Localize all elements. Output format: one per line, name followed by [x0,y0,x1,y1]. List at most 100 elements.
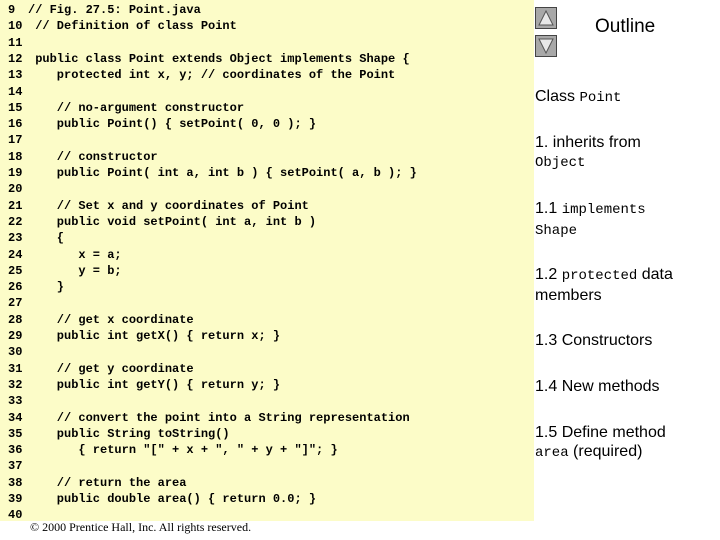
code-line: 16 public Point() { setPoint( 0, 0 ); } [8,116,316,132]
previous-slide-button[interactable] [535,7,557,29]
outline-item-3-code: protected [561,268,638,284]
code-text: public String toString() [28,426,230,441]
outline-item-2-code: implements [561,202,646,218]
code-text: public Point( int a, int b ) { setPoint(… [28,166,417,180]
code-text: // Fig. 27.5: Point.java [28,3,201,17]
outline-item-6-text: 1.5 Define method [535,424,666,441]
code-line: 30 [8,344,28,360]
outline-item-1: 1. inherits from Object [535,133,715,173]
outline-item-1-text: 1. inherits from [535,134,641,151]
line-number: 17 [8,133,23,148]
code-text: // no-argument constructor [28,100,245,115]
triangle-down-icon [538,38,554,55]
code-line: 40 [8,507,28,523]
line-number: 10 [8,19,23,34]
outline-class-item: Class Point [535,87,715,108]
code-text: // constructor [28,149,158,164]
code-line: 25 y = b; [8,263,122,279]
code-line: 22 public void setPoint( int a, int b ) [8,214,316,230]
line-number: 11 [8,35,23,50]
line-number: 35 [8,426,23,441]
code-line: 36 { return "[" + x + ", " + y + "]"; } [8,442,338,458]
code-line: 17 [8,132,28,148]
code-text: public Point() { setPoint( 0, 0 ); } [28,117,317,132]
line-number: 12 [8,51,23,66]
code-text: public double area() { return 0.0; } [28,492,317,506]
code-text: public class Point extends Object implem… [28,51,410,66]
line-number: 19 [8,166,23,180]
code-line: 32 public int getY() { return y; } [8,377,280,393]
outline-item-2-text: 1.1 [535,200,562,217]
code-text: x = a; [28,247,122,262]
outline-item-6-suffix: (required) [568,443,643,460]
line-number: 32 [8,377,23,392]
code-text: public int getX() { return x; } [28,329,281,343]
code-line: 28 // get x coordinate [8,312,194,328]
outline-item-2-code2: Shape [535,223,578,239]
code-text: // get x coordinate [28,312,194,327]
code-line: 35 public String toString() [8,426,230,442]
code-line: 18 // constructor [8,149,158,165]
code-line: 26 } [8,279,64,295]
line-number: 37 [8,459,23,474]
line-number: 20 [8,182,23,197]
line-number: 13 [8,68,23,83]
code-line: 27 [8,295,28,311]
code-line: 24 x = a; [8,247,122,263]
code-text: // Definition of class Point [28,19,237,34]
code-line: 20 [8,181,28,197]
triangle-up-icon [538,9,554,26]
line-number: 36 [8,443,23,458]
outline-item-3-text: 1.2 [535,266,562,283]
code-line: 9 // Fig. 27.5: Point.java [8,2,201,18]
code-text: { return "[" + x + ", " + y + "]"; } [28,443,338,458]
code-text: // Set x and y coordinates of Point [28,198,309,213]
outline-class-name: Point [579,90,622,106]
line-number: 16 [8,117,23,132]
code-line: 21 // Set x and y coordinates of Point [8,198,309,214]
code-line: 39 public double area() { return 0.0; } [8,491,316,507]
code-text: // convert the point into a String repre… [28,410,410,425]
line-number: 29 [8,329,23,343]
code-line: 19 public Point( int a, int b ) { setPoi… [8,165,417,181]
code-line: 37 [8,458,28,474]
code-text: } [28,280,65,295]
code-listing-panel: 9// Fig. 27.5: Point.java 10 // Definitio… [0,0,534,523]
code-line: 33 [8,393,28,409]
code-line: 34 // convert the point into a String re… [8,410,410,426]
line-number: 25 [8,263,23,278]
line-number: 33 [8,394,23,409]
code-line: 14 [8,84,28,100]
code-line: 15 // no-argument constructor [8,100,244,116]
line-number: 14 [8,84,23,99]
outline-item-4: 1.3 Constructors [535,332,653,349]
line-number: 9 [8,3,16,17]
line-number: 24 [8,247,23,262]
line-number: 28 [8,312,23,327]
line-number: 38 [8,475,23,490]
code-line: 10 // Definition of class Point [8,18,237,34]
line-number: 30 [8,345,23,360]
outline-item-5: 1.4 New methods [535,378,660,395]
outline-class-label: Class [535,88,580,105]
code-text: // get y coordinate [28,361,194,376]
code-line: 38 // return the area [8,475,186,491]
code-text: y = b; [28,263,122,278]
outline-title: Outline [595,16,656,37]
line-number: 22 [8,214,23,229]
copyright-notice: © 2000 Prentice Hall, Inc. All rights re… [30,520,252,534]
code-text: public int getY() { return y; } [28,377,281,392]
outline-item-6-code: area [535,445,569,461]
code-line: 12 public class Point extends Object imp… [8,51,410,67]
line-number: 39 [8,492,23,506]
code-line: 31 // get y coordinate [8,361,194,377]
next-slide-button[interactable] [535,35,557,57]
outline-item-6: 1.5 Define method area (required) [535,423,715,463]
code-text: public void setPoint( int a, int b ) [28,214,317,229]
line-number: 40 [8,508,23,523]
line-number: 23 [8,231,23,246]
line-number: 21 [8,198,23,213]
line-number: 27 [8,296,23,311]
line-number: 18 [8,149,23,164]
code-line: 23 { [8,230,64,246]
